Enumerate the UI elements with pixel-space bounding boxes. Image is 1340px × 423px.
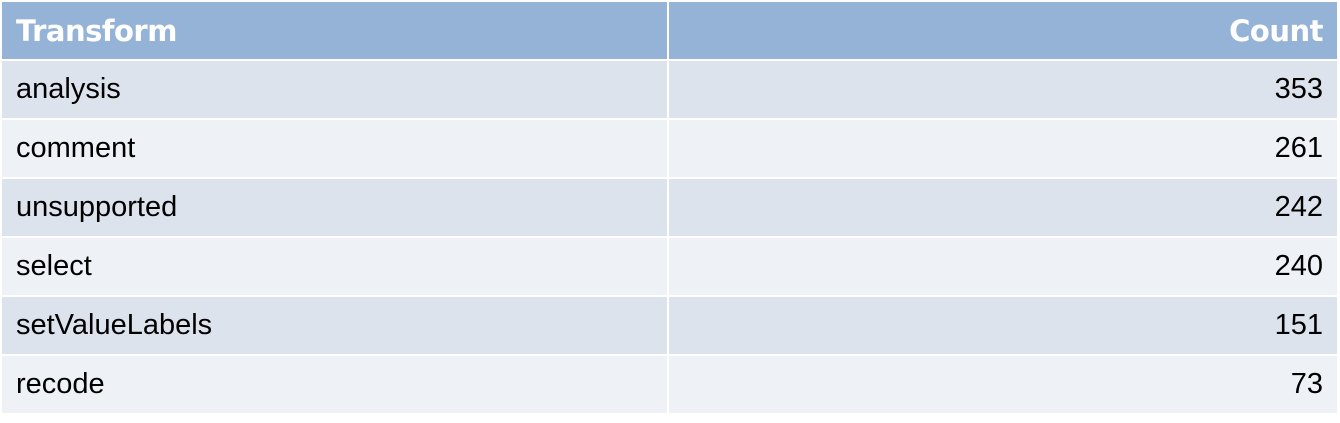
transform-cell: setValueLabels — [2, 297, 669, 356]
count-cell: 353 — [669, 61, 1337, 120]
table-row: setValueLabels 151 — [2, 297, 1337, 356]
table-row: unsupported 242 — [2, 179, 1337, 238]
count-cell: 151 — [669, 297, 1337, 356]
transform-cell: comment — [2, 120, 669, 179]
table-row: comment 261 — [2, 120, 1337, 179]
transform-cell: recode — [2, 356, 669, 415]
count-cell: 73 — [669, 356, 1337, 415]
transform-cell: unsupported — [2, 179, 669, 238]
transform-count-table: Transform Count analysis 353 comment 261… — [2, 2, 1337, 415]
column-header-transform: Transform — [2, 2, 669, 61]
table-row: recode 73 — [2, 356, 1337, 415]
table-row: analysis 353 — [2, 61, 1337, 120]
count-cell: 261 — [669, 120, 1337, 179]
transform-cell: analysis — [2, 61, 669, 120]
column-header-count: Count — [669, 2, 1337, 61]
transform-cell: select — [2, 238, 669, 297]
count-cell: 240 — [669, 238, 1337, 297]
header-row: Transform Count — [2, 2, 1337, 61]
table-row: select 240 — [2, 238, 1337, 297]
count-cell: 242 — [669, 179, 1337, 238]
